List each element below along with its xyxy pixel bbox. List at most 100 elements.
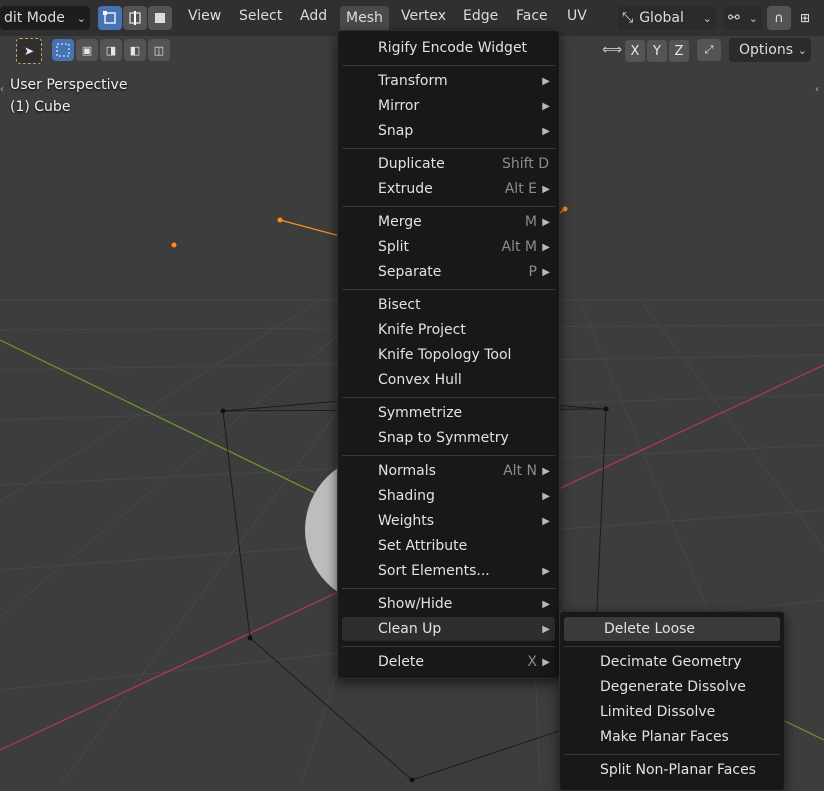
magnet-icon: ∩ — [774, 10, 784, 26]
menu-item-delete[interactable]: Delete X ▶ — [338, 650, 559, 674]
select-tool-button[interactable]: ➤ — [16, 38, 42, 64]
menu-item-split-non-planar-faces[interactable]: Split Non-Planar Faces — [560, 758, 784, 782]
snap-target-button[interactable]: ⊞ — [793, 6, 817, 30]
orientation-dropdown[interactable]: ⤡ Global ⌄ — [618, 6, 716, 30]
pivot-dropdown[interactable]: ⚯ ⌄ — [724, 6, 762, 30]
select-new-button[interactable] — [52, 39, 74, 61]
view-name: User Perspective — [10, 77, 128, 93]
menu-mesh[interactable]: Mesh — [340, 6, 389, 30]
mirror-icon[interactable]: ⟺ — [602, 42, 622, 58]
selected-vertex — [171, 242, 177, 248]
edge-select-button[interactable] — [123, 6, 147, 30]
menu-select[interactable]: Select — [239, 8, 282, 24]
menu-item-snap[interactable]: Snap ▶ — [338, 119, 559, 143]
menu-separator — [564, 754, 780, 755]
chevron-down-icon: ⌄ — [797, 43, 807, 57]
menu-separator — [342, 588, 555, 589]
selected-vertex — [562, 206, 568, 212]
orientation-label: Global — [639, 10, 684, 26]
face-select-button[interactable] — [148, 6, 172, 30]
select-invert-button[interactable]: ◧ — [124, 39, 146, 61]
face-select-icon — [155, 13, 165, 23]
mirror-x-button[interactable]: X — [625, 40, 645, 62]
submenu-arrow-icon: ▶ — [542, 598, 550, 610]
menu-separator — [342, 65, 555, 66]
menu-item-convex-hull[interactable]: Convex Hull — [338, 368, 559, 392]
mode-label: dit Mode — [4, 10, 65, 26]
menu-item-duplicate[interactable]: Duplicate Shift D — [338, 152, 559, 176]
menu-view[interactable]: View — [188, 8, 221, 24]
menu-item-set-attribute[interactable]: Set Attribute — [338, 534, 559, 558]
menu-item-knife-topology-tool[interactable]: Knife Topology Tool — [338, 343, 559, 367]
submenu-arrow-icon: ▶ — [542, 565, 550, 577]
menu-edge[interactable]: Edge — [463, 8, 498, 24]
options-dropdown[interactable]: Options ⌄ — [729, 38, 811, 62]
menu-item-mirror[interactable]: Mirror ▶ — [338, 94, 559, 118]
chevron-down-icon: ⌄ — [702, 11, 712, 25]
menu-item-show-hide[interactable]: Show/Hide ▶ — [338, 592, 559, 616]
submenu-arrow-icon: ▶ — [542, 266, 550, 278]
submenu-arrow-icon: ▶ — [542, 656, 550, 668]
select-extend-button[interactable]: ▣ — [76, 39, 98, 61]
mirror-z-button[interactable]: Z — [669, 40, 689, 62]
menu-item-degenerate-dissolve[interactable]: Degenerate Dissolve — [560, 675, 784, 699]
menu-separator — [342, 455, 555, 456]
menu-item-split[interactable]: Split Alt M ▶ — [338, 235, 559, 259]
select-intersect-button[interactable]: ◫ — [148, 39, 170, 61]
menu-item-normals[interactable]: Normals Alt N ▶ — [338, 459, 559, 483]
menu-item-snap-to-symmetry[interactable]: Snap to Symmetry — [338, 426, 559, 450]
menu-face[interactable]: Face — [516, 8, 548, 24]
chevron-down-icon: ⌄ — [76, 11, 86, 25]
mirror-y-button[interactable]: Y — [647, 40, 667, 62]
menu-add[interactable]: Add — [300, 8, 327, 24]
menu-vertex[interactable]: Vertex — [401, 8, 446, 24]
menu-item-delete-loose[interactable]: Delete Loose — [564, 617, 780, 641]
menu-item-rigify-encode-widget[interactable]: Rigify Encode Widget — [338, 36, 559, 60]
menu-item-transform[interactable]: Transform ▶ — [338, 69, 559, 93]
topology-mirror-button[interactable]: ⤢ — [697, 39, 721, 61]
submenu-arrow-icon: ▶ — [542, 515, 550, 527]
menu-item-limited-dissolve[interactable]: Limited Dissolve — [560, 700, 784, 724]
submenu-arrow-icon: ▶ — [542, 216, 550, 228]
object-name: (1) Cube — [10, 99, 71, 115]
select-subtract-icon: ◨ — [105, 43, 117, 57]
mesh-menu: Rigify Encode Widget Transform ▶ Mirror ▶ … — [337, 30, 560, 679]
cleanup-submenu: Delete Loose Decimate Geometry Degenerat… — [559, 611, 785, 791]
menu-item-separate[interactable]: Separate P ▶ — [338, 260, 559, 284]
menu-item-merge[interactable]: Merge M ▶ — [338, 210, 559, 234]
menu-item-extrude[interactable]: Extrude Alt E ▶ — [338, 177, 559, 201]
chevron-left-icon[interactable]: ‹ — [815, 84, 819, 95]
menu-separator — [342, 646, 555, 647]
orientation-icon: ⤡ — [622, 10, 634, 26]
menu-uv[interactable]: UV — [567, 8, 587, 24]
submenu-arrow-icon: ▶ — [542, 490, 550, 502]
menu-separator — [342, 206, 555, 207]
menu-separator — [564, 646, 780, 647]
menu-item-decimate-geometry[interactable]: Decimate Geometry — [560, 650, 784, 674]
options-label: Options — [739, 42, 794, 58]
selected-vertex — [277, 217, 283, 223]
menu-separator — [342, 289, 555, 290]
submenu-arrow-icon: ▶ — [542, 241, 550, 253]
selected-edge — [279, 219, 341, 237]
submenu-arrow-icon: ▶ — [542, 75, 550, 87]
select-new-icon — [56, 43, 70, 57]
menu-item-make-planar-faces[interactable]: Make Planar Faces — [560, 725, 784, 749]
menu-item-sort-elements[interactable]: Sort Elements... ▶ — [338, 559, 559, 583]
select-subtract-button[interactable]: ◨ — [100, 39, 122, 61]
topology-icon: ⤢ — [704, 43, 714, 56]
submenu-arrow-icon: ▶ — [542, 125, 550, 137]
menu-item-bisect[interactable]: Bisect — [338, 293, 559, 317]
menu-item-symmetrize[interactable]: Symmetrize — [338, 401, 559, 425]
chevron-left-icon[interactable]: ‹ — [0, 84, 4, 95]
menu-item-knife-project[interactable]: Knife Project — [338, 318, 559, 342]
mode-dropdown[interactable]: dit Mode ⌄ — [0, 6, 90, 30]
menu-item-clean-up[interactable]: Clean Up ▶ — [342, 617, 555, 641]
snap-button[interactable]: ∩ — [767, 6, 791, 30]
select-extend-icon: ▣ — [81, 43, 93, 57]
menu-item-shading[interactable]: Shading ▶ — [338, 484, 559, 508]
vertex-select-button[interactable] — [98, 6, 122, 30]
chevron-down-icon: ⌄ — [748, 11, 758, 25]
select-invert-icon: ◧ — [129, 43, 141, 57]
menu-item-weights[interactable]: Weights ▶ — [338, 509, 559, 533]
